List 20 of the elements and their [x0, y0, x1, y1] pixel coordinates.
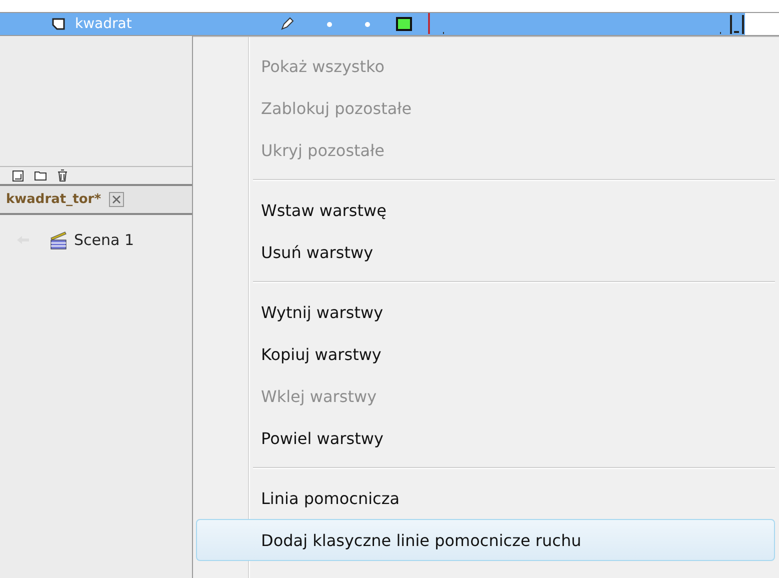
lock-dot[interactable]	[365, 22, 370, 26]
clapperboard-icon	[48, 230, 68, 250]
trash-icon[interactable]	[57, 169, 68, 182]
menu-item[interactable]: Dodaj klasyczne linie pomocnicze ruchu	[196, 519, 775, 561]
layer-name: kwadrat	[75, 16, 133, 32]
pencil-icon[interactable]	[280, 17, 294, 31]
visibility-dot[interactable]	[327, 22, 332, 26]
folder-icon[interactable]	[34, 170, 47, 181]
close-icon	[112, 195, 121, 204]
menu-item[interactable]: Powiel warstwy	[196, 417, 775, 459]
menu-item[interactable]: Wytnij warstwy	[196, 291, 775, 333]
close-button[interactable]	[109, 192, 124, 207]
menu-item[interactable]: Usuń warstwy	[196, 231, 775, 273]
menu-item[interactable]: Linia pomocnicza	[196, 477, 775, 519]
new-layer-icon[interactable]	[12, 170, 24, 182]
menu-item[interactable]: Kopiuj warstwy	[196, 333, 775, 375]
outline-color-swatch[interactable]	[396, 17, 412, 31]
scene-link[interactable]: Scena 1	[48, 230, 134, 250]
layer-icon	[52, 18, 65, 30]
menu-item[interactable]: Wstaw warstwę	[196, 189, 775, 231]
